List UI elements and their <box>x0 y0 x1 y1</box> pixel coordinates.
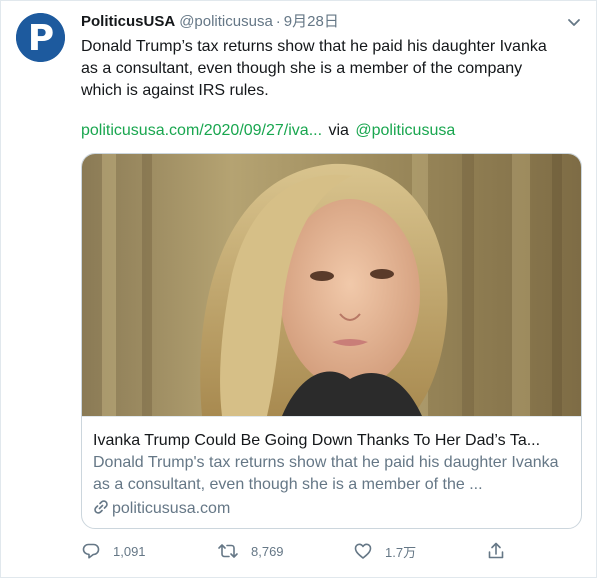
display-name[interactable]: PoliticusUSA <box>81 13 175 30</box>
tweet-link-line: politicususa.com/2020/09/27/iva... via @… <box>81 120 455 142</box>
card-domain: politicususa.com <box>93 498 230 520</box>
via-label: via <box>328 122 349 139</box>
link-icon <box>94 500 108 514</box>
politicususa-logo: P <box>16 13 65 62</box>
share-icon <box>488 542 504 559</box>
reply-button[interactable]: 1,091 <box>81 539 146 563</box>
tweet-actions: 1,091 8,769 1.7万 <box>81 539 521 563</box>
card-title: Ivanka Trump Could Be Going Down Thanks … <box>93 432 541 449</box>
like-button[interactable]: 1.7万 <box>353 539 416 563</box>
avatar-letter: P <box>28 18 54 59</box>
retweet-icon <box>218 544 238 558</box>
tweet-date[interactable]: 9月28日 <box>284 13 339 30</box>
via-handle-link[interactable]: @politicususa <box>355 122 455 139</box>
article-link[interactable]: politicususa.com/2020/09/27/iva... <box>81 122 322 139</box>
retweet-button[interactable]: 8,769 <box>217 539 284 563</box>
card-body[interactable]: Ivanka Trump Could Be Going Down Thanks … <box>82 416 581 528</box>
card-image[interactable] <box>82 154 581 416</box>
separator-dot: · <box>275 13 281 30</box>
card-photo <box>82 154 581 416</box>
more-options-chevron-icon[interactable] <box>565 13 583 31</box>
avatar[interactable]: P <box>16 13 65 62</box>
card-domain-text: politicususa.com <box>112 500 231 517</box>
link-card[interactable]: Ivanka Trump Could Be Going Down Thanks … <box>81 153 582 529</box>
tweet-text: Donald Trump’s tax returns show that he … <box>81 38 547 99</box>
tweet-header: PoliticusUSA @politicususa · 9月28日 <box>81 12 339 32</box>
share-button[interactable] <box>486 539 518 563</box>
like-count: 1.7万 <box>385 544 417 560</box>
user-handle[interactable]: @politicususa <box>179 13 273 30</box>
card-description: Donald Trump's tax returns show that he … <box>93 454 559 493</box>
heart-icon <box>354 543 372 559</box>
reply-icon <box>82 543 100 559</box>
tweet[interactable]: P PoliticusUSA @politicususa · 9月28日 Donald… <box>0 0 597 578</box>
reply-count: 1,091 <box>113 543 146 559</box>
retweet-count: 8,769 <box>251 543 284 559</box>
